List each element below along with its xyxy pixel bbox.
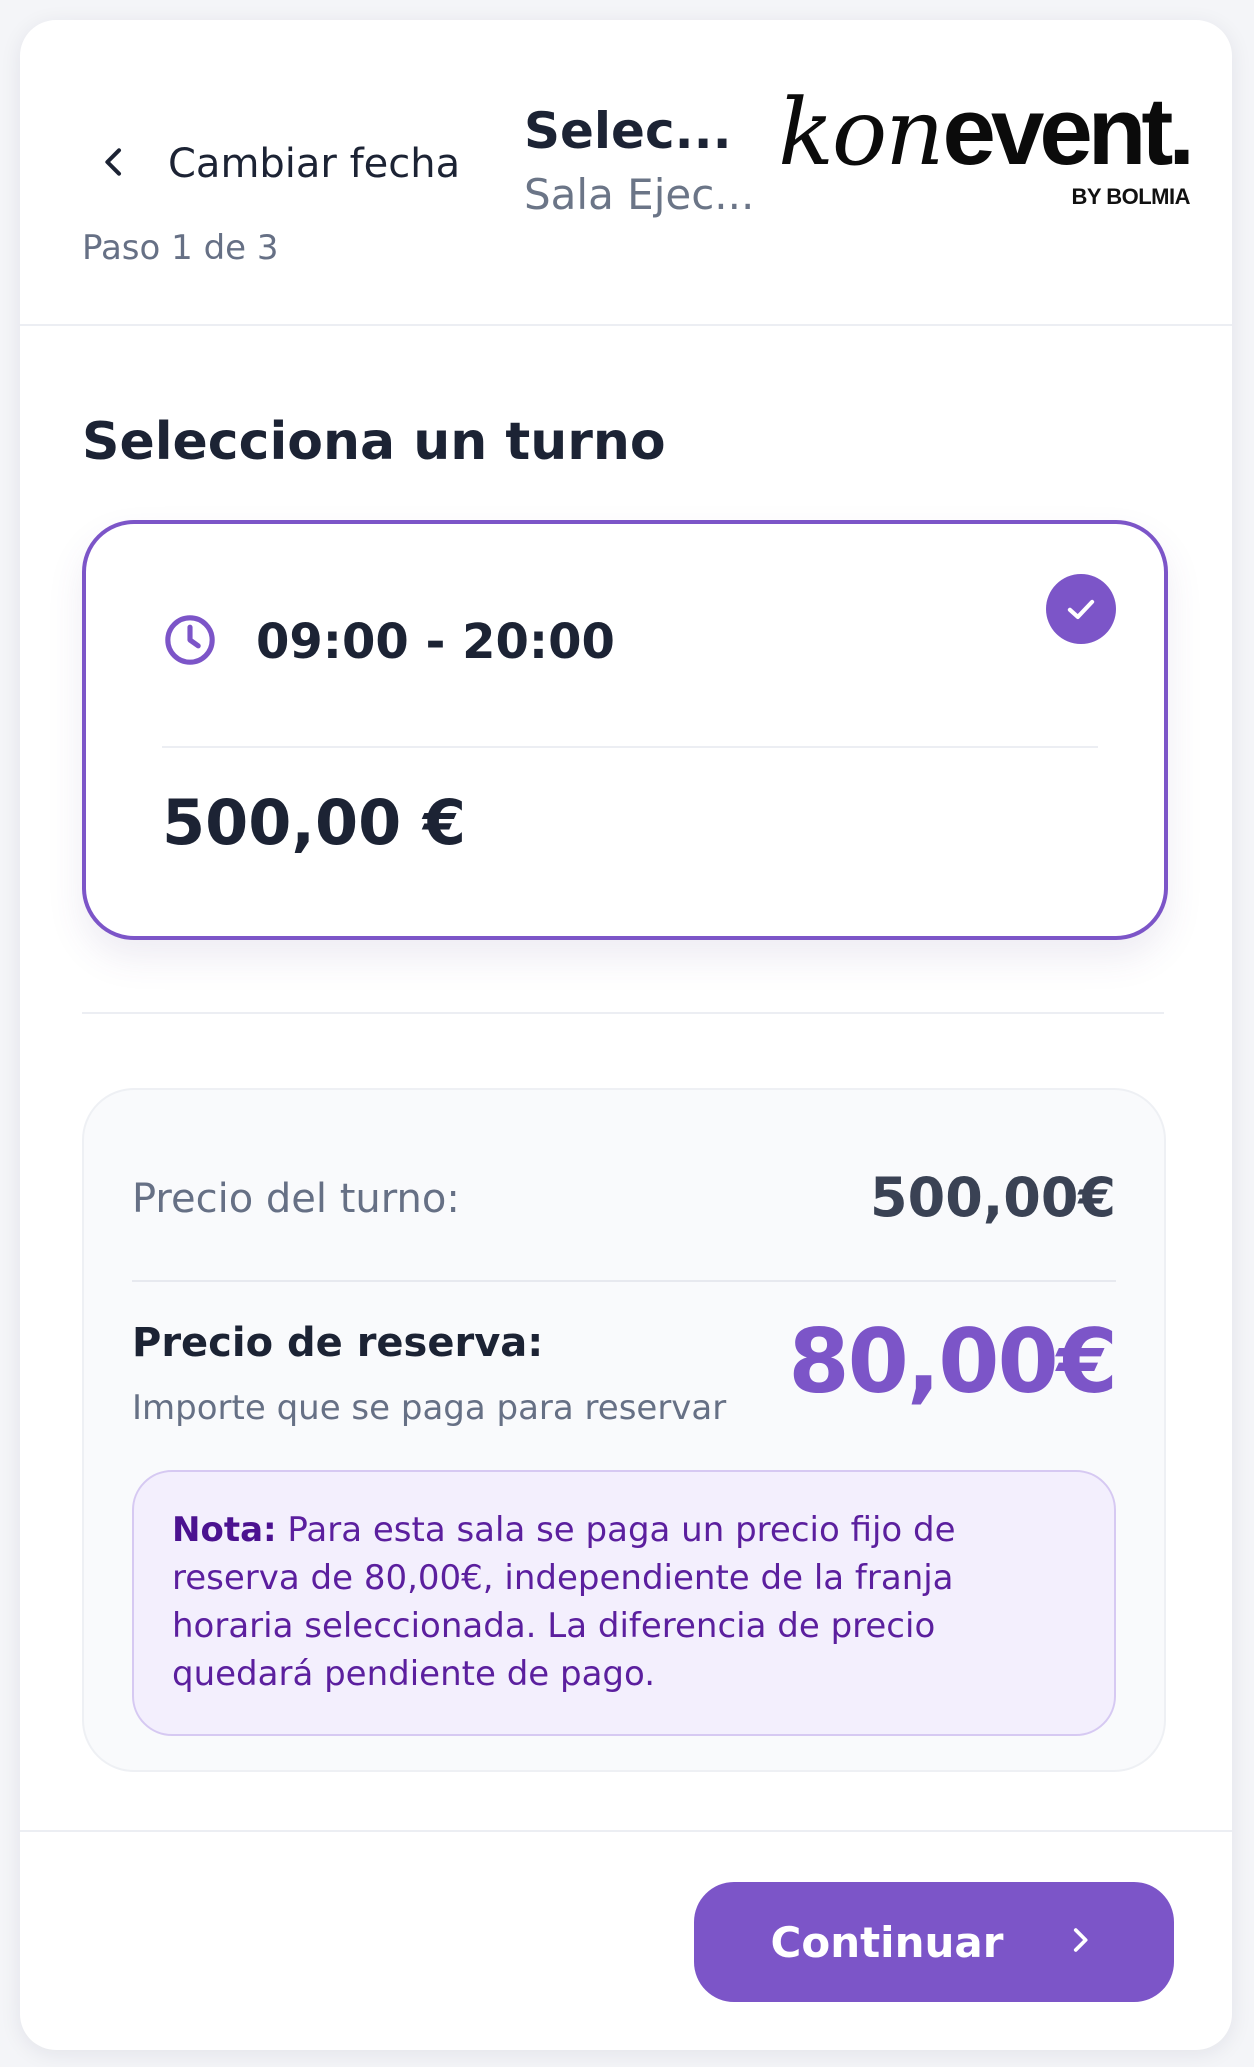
title-block: Selec... Sala Ejec... bbox=[524, 100, 756, 224]
page-subtitle: Sala Ejec... bbox=[524, 170, 755, 219]
shift-price-value: 500,00€ bbox=[870, 1166, 1116, 1229]
step-indicator: Paso 1 de 3 bbox=[82, 228, 279, 268]
booking-price-label: Precio de reserva: bbox=[132, 1320, 544, 1366]
chevron-right-icon bbox=[1003, 1923, 1097, 1961]
slot-time: 09:00 - 20:00 bbox=[256, 614, 615, 670]
note-title: Nota: bbox=[172, 1510, 277, 1550]
slot-divider bbox=[162, 746, 1098, 748]
section-title: Selecciona un turno bbox=[82, 412, 666, 472]
header: Cambiar fecha Paso 1 de 3 Selec... Sala … bbox=[20, 20, 1232, 326]
continue-label: Continuar bbox=[770, 1917, 1004, 1967]
booking-price-description: Importe que se paga para reservar bbox=[132, 1388, 727, 1428]
change-date-label: Cambiar fecha bbox=[168, 141, 461, 187]
page-title: Selec... bbox=[524, 102, 732, 160]
chevron-left-icon bbox=[94, 142, 134, 186]
shift-price-label: Precio del turno: bbox=[132, 1176, 460, 1222]
booking-price-value: 80,00€ bbox=[788, 1310, 1118, 1413]
change-date-button[interactable]: Cambiar fecha bbox=[94, 128, 460, 200]
konevent-logo: konevent. BY BOLMIA bbox=[778, 79, 1200, 212]
logo-kon: kon bbox=[778, 79, 944, 186]
slot-price: 500,00 € bbox=[162, 786, 466, 859]
section-divider bbox=[82, 1012, 1164, 1014]
logo-byline: BY BOLMIA bbox=[1071, 184, 1190, 209]
selected-check-icon bbox=[1046, 574, 1116, 644]
note-box: Nota: Para esta sala se paga un precio f… bbox=[132, 1470, 1116, 1736]
footer-divider bbox=[20, 1830, 1232, 1832]
slot-time-row: 09:00 - 20:00 bbox=[162, 604, 615, 680]
price-summary: Precio del turno: 500,00€ Precio de rese… bbox=[82, 1088, 1166, 1772]
time-slot-option[interactable]: 09:00 - 20:00 500,00 € bbox=[82, 520, 1168, 940]
summary-divider bbox=[132, 1280, 1116, 1282]
note-text: Para esta sala se paga un precio fijo de… bbox=[172, 1510, 956, 1694]
clock-icon bbox=[162, 612, 218, 672]
logo-event: event. bbox=[942, 78, 1195, 185]
booking-card: Cambiar fecha Paso 1 de 3 Selec... Sala … bbox=[20, 20, 1232, 2050]
continue-button[interactable]: Continuar bbox=[694, 1882, 1174, 2002]
